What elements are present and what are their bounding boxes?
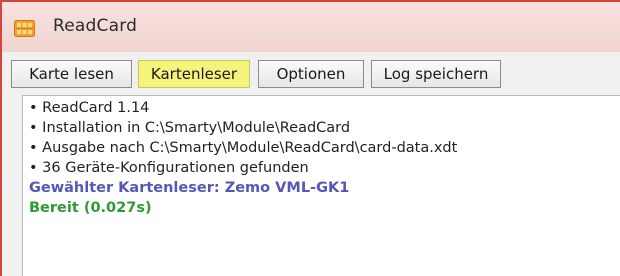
options-button[interactable]: Optionen [258, 60, 364, 88]
window-title: ReadCard [53, 16, 138, 36]
log-output[interactable]: • ReadCard 1.14 • Installation in C:\Sma… [22, 95, 620, 276]
log-line-version: • ReadCard 1.14 [29, 100, 150, 116]
log-line-output-path: • Ausgabe nach C:\Smarty\Module\ReadCard… [29, 140, 458, 156]
title-bar[interactable]: ReadCard [2, 2, 620, 52]
card-reader-button[interactable]: Kartenleser [138, 60, 250, 88]
save-log-button[interactable]: Log speichern [371, 60, 501, 88]
log-line-ready-status: Bereit (0.027s) [29, 200, 152, 216]
toolbar: Karte lesen Kartenleser Optionen Log spe… [2, 52, 620, 92]
log-line-selected-reader: Gewählter Kartenleser: Zemo VML-GK1 [29, 180, 350, 196]
log-line-configurations: • 36 Geräte-Konfigurationen gefunden [29, 160, 309, 176]
readcard-window: ReadCard Karte lesen Kartenleser Optione… [0, 0, 620, 276]
log-line-install-path: • Installation in C:\Smarty\Module\ReadC… [29, 120, 351, 136]
read-card-button[interactable]: Karte lesen [11, 60, 132, 88]
smartcard-chip-icon [14, 20, 35, 37]
